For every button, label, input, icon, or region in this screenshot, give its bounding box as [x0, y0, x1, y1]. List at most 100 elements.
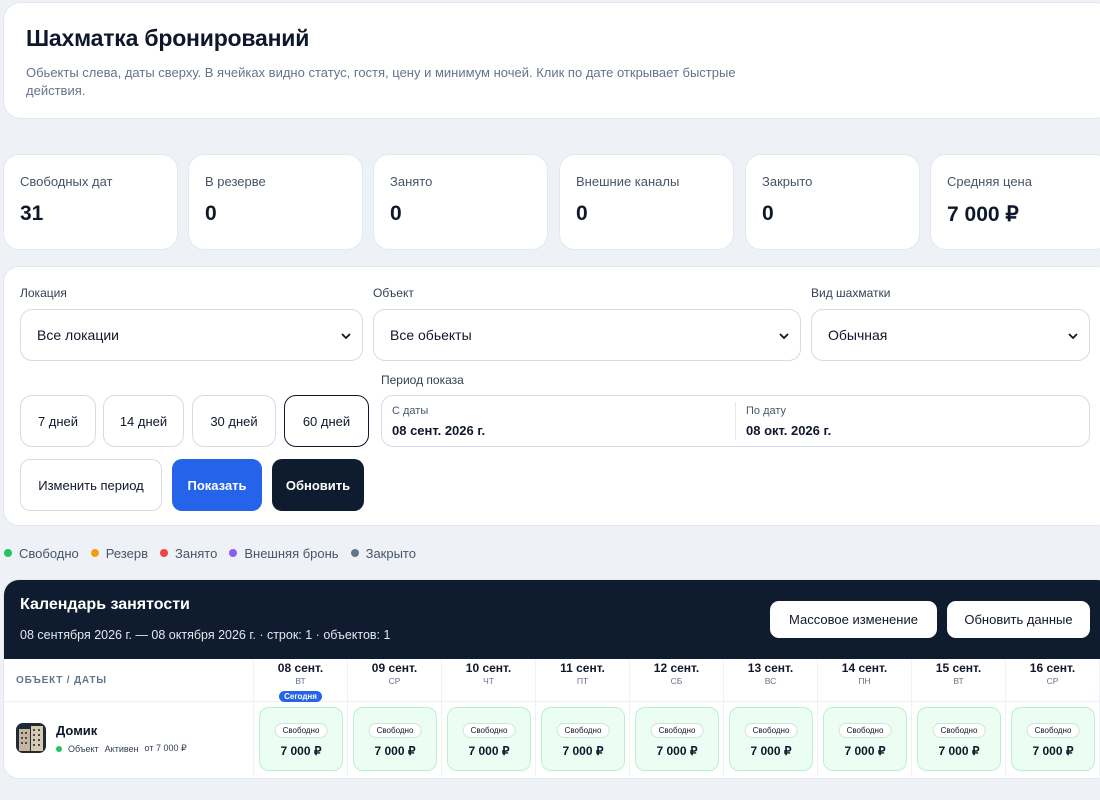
dot-icon	[350, 549, 359, 557]
stat-label: Закрыто	[762, 174, 813, 189]
availability-slot[interactable]: Свободно 7 000 ₽	[353, 707, 437, 771]
slot-status-badge: Свободно	[462, 723, 516, 738]
stat-free-dates: Свободных дат 31	[3, 154, 178, 250]
slot-status-badge: Свободно	[838, 723, 892, 738]
stat-reserve: В резерве 0	[188, 154, 363, 250]
availability-slot[interactable]: Свободно 7 000 ₽	[823, 707, 907, 771]
mass-edit-button[interactable]: Массовое изменение	[770, 601, 937, 638]
slot-status-badge: Свободно	[744, 723, 798, 738]
date-column-header[interactable]: 09 сент. СР	[348, 659, 442, 702]
show-button[interactable]: Показать	[172, 459, 262, 511]
weekday-label: ВТ	[953, 676, 964, 686]
day-cell: Свободно 7 000 ₽	[912, 702, 1006, 776]
object-type: Объект	[68, 743, 99, 754]
stat-label: В резерве	[205, 174, 266, 189]
stat-value: 0	[762, 202, 774, 225]
weekday-label: ВС	[764, 676, 777, 686]
weekday-label: СР	[1046, 676, 1059, 686]
slot-status-badge: Свободно	[932, 723, 986, 738]
stat-value: 0	[390, 202, 402, 225]
date-column-header[interactable]: 16 сент. СР	[1006, 659, 1100, 702]
date-label: 09 сент.	[371, 661, 418, 675]
object-thumbnail	[16, 723, 46, 753]
filters-panel: Локация Все локации Объект Все обьекты В…	[3, 266, 1100, 526]
date-column-header[interactable]: 13 сент. ВС	[724, 659, 818, 702]
location-select[interactable]: Все локации	[20, 309, 363, 361]
period-range: С даты 08 сент. 2026 г. По дату 08 окт. …	[381, 395, 1090, 447]
legend-label: Резерв	[105, 545, 148, 561]
date-column-header[interactable]: 12 сент. СБ	[630, 659, 724, 702]
stat-label: Свободных дат	[20, 174, 113, 189]
legend-reserve: Резерв	[90, 545, 148, 561]
view-select[interactable]: Обычная	[811, 309, 1090, 361]
weekday-label: ВТ	[295, 676, 306, 686]
stat-label: Средняя цена	[947, 174, 1032, 189]
date-label: 14 сент.	[841, 661, 888, 675]
change-period-button[interactable]: Изменить период	[20, 459, 162, 511]
availability-slot[interactable]: Свободно 7 000 ₽	[729, 707, 813, 771]
view-label: Вид шахматки	[811, 286, 891, 300]
legend-label: Занято	[175, 545, 218, 561]
period-30-days-button[interactable]: 30 дней	[192, 395, 276, 447]
object-row-header[interactable]: Домик Объект Активен от 7 000 ₽	[4, 702, 254, 776]
date-column-header[interactable]: 10 сент. ЧТ	[442, 659, 536, 702]
stat-value: 31	[20, 202, 44, 225]
weekday-label: ПТ	[576, 676, 589, 686]
date-column-header[interactable]: 11 сент. ПТ	[536, 659, 630, 702]
date-column-header[interactable]: 08 сент. ВТ Сегодня	[254, 659, 348, 702]
legend-label: Свободно	[19, 545, 79, 561]
availability-slot[interactable]: Свободно 7 000 ₽	[541, 707, 625, 771]
date-to-value: 08 окт. 2026 г.	[746, 423, 832, 438]
object-meta: Объект Активен от 7 000 ₽	[56, 743, 193, 754]
stat-avg-price: Средняя цена 7 000 ₽	[930, 154, 1100, 250]
availability-slot[interactable]: Свободно 7 000 ₽	[259, 707, 343, 771]
date-label: 11 сент.	[560, 661, 605, 675]
slot-price: 7 000 ₽	[844, 744, 886, 758]
weekday-label: СР	[388, 676, 401, 686]
period-7-days-button[interactable]: 7 дней	[20, 395, 96, 447]
slot-price: 7 000 ₽	[468, 744, 510, 758]
availability-slot[interactable]: Свободно 7 000 ₽	[1011, 707, 1095, 771]
slot-status-badge: Свободно	[274, 723, 328, 738]
date-to-field[interactable]: По дату 08 окт. 2026 г.	[736, 396, 1089, 446]
availability-slot[interactable]: Свободно 7 000 ₽	[447, 707, 531, 771]
period-label: Период показа	[381, 373, 464, 387]
slot-price: 7 000 ₽	[938, 744, 980, 758]
slot-status-badge: Свободно	[650, 723, 704, 738]
legend-label: Закрыто	[365, 545, 416, 561]
calendar-subtitle: 08 сентября 2026 г. — 08 октября 2026 г.…	[20, 628, 391, 642]
availability-slot[interactable]: Свободно 7 000 ₽	[635, 707, 719, 771]
stat-external: Внешние каналы 0	[559, 154, 734, 250]
dot-icon	[4, 549, 12, 557]
status-legend: Свободно Резерв Занято Внешняя бронь Зак…	[4, 544, 428, 562]
stat-value: 0	[576, 202, 588, 225]
object-status: Активен	[104, 743, 139, 754]
dot-icon	[160, 549, 168, 557]
day-cell: Свободно 7 000 ₽	[536, 702, 630, 776]
refresh-button[interactable]: Обновить	[272, 459, 364, 511]
slot-price: 7 000 ₽	[374, 744, 416, 758]
slot-price: 7 000 ₽	[750, 744, 792, 758]
date-label: 15 сент.	[935, 661, 982, 675]
availability-slot[interactable]: Свободно 7 000 ₽	[917, 707, 1001, 771]
page-title: Шахматка бронирований	[26, 25, 310, 51]
period-14-days-button[interactable]: 14 дней	[103, 395, 184, 447]
date-from-field[interactable]: С даты 08 сент. 2026 г.	[382, 396, 735, 446]
today-badge: Сегодня	[279, 691, 322, 702]
legend-external: Внешняя бронь	[229, 546, 339, 561]
object-select[interactable]: Все обьекты	[373, 309, 801, 361]
view-select-value: Обычная	[828, 327, 888, 343]
date-column-header[interactable]: 14 сент. ПН	[818, 659, 912, 702]
page-subtitle: Обьекты слева, даты сверху. В ячейках ви…	[26, 65, 736, 98]
object-dates-header: ОБЪЕКТ / ДАТЫ	[4, 659, 254, 702]
weekday-label: ЧТ	[483, 676, 494, 686]
refresh-data-button[interactable]: Обновить данные	[947, 601, 1090, 638]
active-status-dot-icon	[56, 745, 62, 752]
location-label: Локация	[20, 286, 67, 300]
location-select-value: Все локации	[37, 327, 120, 343]
day-cell: Свободно 7 000 ₽	[254, 702, 348, 776]
period-60-days-button[interactable]: 60 дней	[284, 395, 369, 447]
date-label: 08 сент.	[277, 661, 324, 675]
date-column-header[interactable]: 15 сент. ВТ	[912, 659, 1006, 702]
day-cell: Свободно 7 000 ₽	[724, 702, 818, 776]
